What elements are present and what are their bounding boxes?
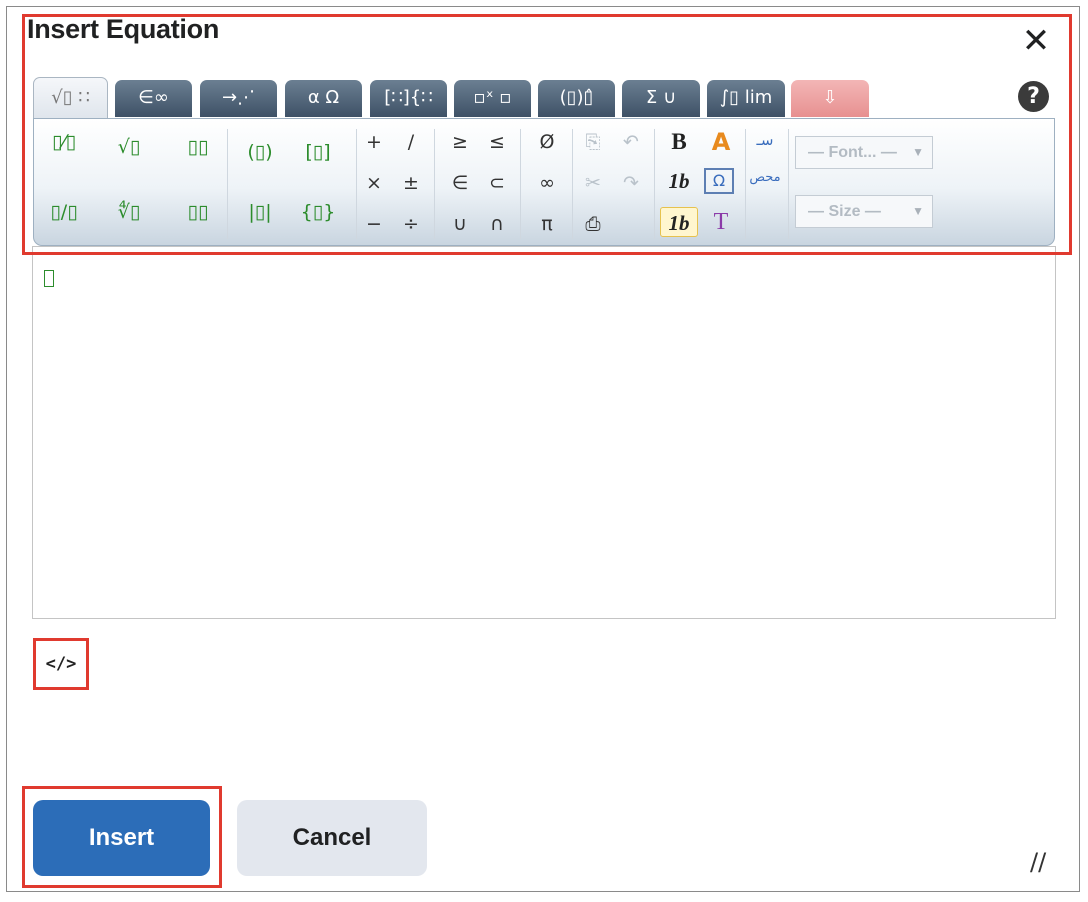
text-color-icon[interactable]: A xyxy=(704,127,738,157)
times-button[interactable]: × xyxy=(357,168,391,198)
chevron-down-icon: ▼ xyxy=(912,204,924,218)
element-of-button[interactable]: ∈ xyxy=(443,168,477,198)
intersection-button[interactable]: ∩ xyxy=(480,209,514,239)
font-family-dropdown[interactable]: — Font... — ▼ xyxy=(795,136,933,169)
chevron-down-icon: ▼ xyxy=(912,145,924,159)
equation-toolbar: ▯⁄▯ √▯ ▯/▯ ∜▯ ▯▯ ▯▯ (▯) |▯| [▯] {▯} + / … xyxy=(33,118,1055,246)
cancel-button[interactable]: Cancel xyxy=(237,800,427,876)
tab-arrows[interactable]: →⋰ xyxy=(200,80,277,117)
font-size-dropdown[interactable]: — Size — ▼ xyxy=(795,195,933,228)
toolbar-divider xyxy=(745,129,746,239)
tab-big-operators[interactable]: Σ ∪ xyxy=(622,80,700,117)
empty-set-button[interactable]: Ø xyxy=(530,127,564,157)
pi-button[interactable]: π xyxy=(530,209,564,239)
tab-greek[interactable]: α Ω xyxy=(285,80,362,117)
tab-calculus[interactable]: ∫▯ lim xyxy=(707,80,785,117)
tab-fractions-roots[interactable]: √▯ ∷ xyxy=(33,77,108,119)
bold-button[interactable]: B xyxy=(662,127,696,157)
placeholder-box[interactable] xyxy=(44,270,54,287)
tab-scripts[interactable]: ▫ˣ ▫ xyxy=(454,80,531,117)
divide-button[interactable]: ÷ xyxy=(394,209,428,239)
tab-decorations[interactable]: (▯)▯̂ xyxy=(538,80,615,117)
mathvariant-button[interactable]: 1b xyxy=(660,207,698,237)
minus-button[interactable]: − xyxy=(357,209,391,239)
toolbar-divider xyxy=(227,129,228,239)
help-icon[interactable]: ? xyxy=(1018,81,1049,112)
tab-sets-infinity[interactable]: ∈∞ xyxy=(115,80,192,117)
size-dropdown-label: — Size — xyxy=(808,203,881,220)
toolbar-divider xyxy=(520,129,521,239)
font-dropdown-label: — Font... — xyxy=(808,144,897,161)
plus-minus-button[interactable]: ± xyxy=(394,168,428,198)
brackets-button[interactable]: [▯] xyxy=(298,137,338,167)
slash-button[interactable]: / xyxy=(394,127,428,157)
resize-grip-icon[interactable]: // xyxy=(1030,848,1046,876)
rtl-text-icon[interactable]: سـ xyxy=(748,125,782,155)
parentheses-button[interactable]: (▯) xyxy=(240,137,280,167)
greater-equal-button[interactable]: ≥ xyxy=(443,127,477,157)
superscript-button[interactable]: ▯▯ xyxy=(181,132,215,162)
text-mode-icon[interactable]: T xyxy=(704,207,738,237)
redo-icon[interactable]: ↷ xyxy=(614,168,648,198)
fraction-button[interactable]: ▯⁄▯ xyxy=(47,127,81,157)
toolbar-divider xyxy=(434,129,435,239)
subset-button[interactable]: ⊂ xyxy=(480,168,514,198)
source-code-toggle-button[interactable]: </> xyxy=(43,651,79,677)
toolbar-divider xyxy=(654,129,655,239)
cut-icon[interactable]: ✂ xyxy=(576,168,610,198)
bevelled-fraction-button[interactable]: ▯/▯ xyxy=(47,197,81,227)
equation-editor-area[interactable] xyxy=(32,246,1056,619)
sqrt-button[interactable]: √▯ xyxy=(112,132,146,162)
nth-root-button[interactable]: ∜▯ xyxy=(112,197,146,227)
absolute-value-button[interactable]: |▯| xyxy=(240,197,280,227)
toolbar-divider xyxy=(788,129,789,239)
toolbar-divider xyxy=(572,129,573,239)
italic-variant-button[interactable]: 1b xyxy=(662,166,696,196)
less-equal-button[interactable]: ≤ xyxy=(480,127,514,157)
union-button[interactable]: ∪ xyxy=(443,209,477,239)
braces-button[interactable]: {▯} xyxy=(298,197,338,227)
undo-icon[interactable]: ↶ xyxy=(614,127,648,157)
subscript-button[interactable]: ▯▯ xyxy=(181,197,215,227)
tab-matrices[interactable]: [∷]{∷ xyxy=(370,80,447,117)
dialog-title: Insert Equation xyxy=(27,14,220,44)
infinity-button[interactable]: ∞ xyxy=(530,168,564,198)
insert-button[interactable]: Insert xyxy=(33,800,210,876)
copy-icon[interactable]: ⎘ xyxy=(576,127,610,157)
plus-button[interactable]: + xyxy=(357,127,391,157)
close-icon[interactable]: ✕ xyxy=(1018,24,1054,60)
rtl-direction-icon[interactable]: محص xyxy=(748,163,782,193)
paste-icon[interactable]: ⎙ xyxy=(576,209,610,239)
special-characters-icon[interactable]: Ω xyxy=(704,168,734,194)
tab-download[interactable]: ⇩ xyxy=(791,80,869,117)
